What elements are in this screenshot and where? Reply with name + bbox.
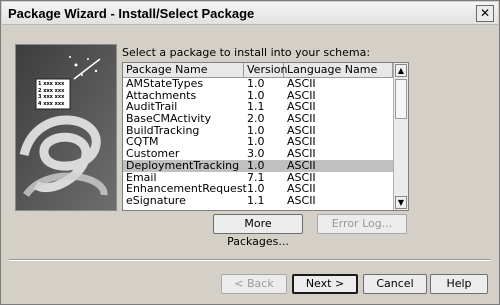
table-row[interactable]: AMStateTypes 1.0 ASCII: [123, 78, 393, 90]
illustration-list-item: 4 xxx xxx: [38, 100, 65, 107]
cell-language-name: ASCII: [287, 193, 316, 207]
scroll-down-arrow-icon[interactable]: ▼: [395, 196, 407, 209]
error-log-button[interactable]: Error Log...: [317, 214, 407, 234]
scroll-thumb[interactable]: [395, 79, 407, 119]
cell-package-name: eSignature: [126, 193, 186, 207]
close-button[interactable]: ✕: [476, 5, 494, 22]
cell-language-name: ASCII: [287, 158, 316, 172]
wizard-illustration: 1 xxx xxx 2 xxx xxx 3 xxx xxx 4 xxx xxx: [15, 44, 117, 211]
table-row[interactable]: BaseCMActivity 2.0 ASCII: [123, 113, 393, 125]
cell-package-name: DeploymentTracking: [126, 158, 240, 172]
back-button[interactable]: < Back: [221, 274, 287, 294]
package-wizard-window: Package Wizard - Install/Select Package …: [0, 0, 500, 305]
cell-package-name: BaseCMActivity: [126, 112, 212, 126]
list-rows: AMStateTypes 1.0 ASCII Attachments 1.0 ASCII…: [123, 78, 393, 207]
next-button[interactable]: Next >: [292, 274, 358, 294]
more-packages-button[interactable]: More Packages...: [213, 214, 303, 248]
scroll-up-arrow-icon[interactable]: ▲: [395, 64, 407, 77]
table-row[interactable]: eSignature 1.1 ASCII: [123, 195, 393, 207]
column-header-language-name[interactable]: Language Name: [284, 63, 393, 77]
help-button[interactable]: Help: [430, 274, 488, 294]
cell-language-name: ASCII: [287, 77, 316, 90]
cell-version: 1.0: [247, 77, 265, 90]
cell-language-name: ASCII: [287, 112, 316, 126]
footer-separator: [9, 259, 491, 261]
cell-version: 1.0: [247, 158, 265, 172]
package-list[interactable]: Package Name Version Language Name AMSta…: [122, 62, 409, 211]
cell-version: 2.0: [247, 112, 265, 126]
illustration-graphic: [16, 45, 116, 210]
list-vertical-scrollbar[interactable]: ▲ ▼: [393, 63, 408, 210]
list-header: Package Name Version Language Name: [123, 63, 393, 78]
column-header-package-name[interactable]: Package Name: [123, 63, 244, 77]
window-title: Package Wizard - Install/Select Package: [8, 6, 255, 21]
table-row-selected[interactable]: DeploymentTracking 1.0 ASCII: [123, 160, 393, 172]
title-bar: Package Wizard - Install/Select Package …: [2, 2, 498, 25]
illustration-list: 1 xxx xxx 2 xxx xxx 3 xxx xxx 4 xxx xxx: [38, 81, 70, 107]
cell-package-name: AMStateTypes: [126, 77, 204, 90]
column-header-version[interactable]: Version: [244, 63, 287, 77]
cell-version: 1.1: [247, 193, 265, 207]
cancel-button[interactable]: Cancel: [363, 274, 427, 294]
select-package-prompt: Select a package to install into your sc…: [122, 46, 371, 59]
